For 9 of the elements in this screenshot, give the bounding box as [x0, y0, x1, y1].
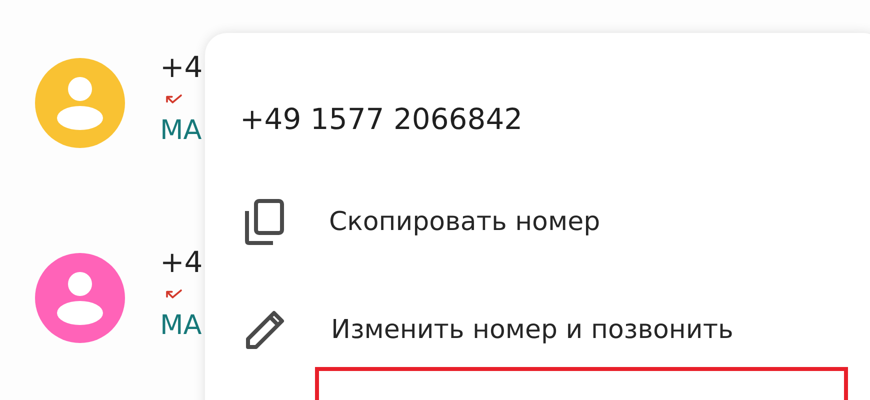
menu-item[interactable]: Скопировать номер: [329, 207, 600, 237]
phone-number: +4: [160, 49, 203, 86]
call-label: MA: [160, 114, 202, 148]
copy-icon: [244, 199, 284, 245]
menu-title: +49 1577 2066842: [240, 101, 524, 138]
phone-number: +4: [160, 244, 203, 281]
call-label: MA: [160, 309, 202, 343]
pencil-icon: [244, 309, 286, 351]
menu-item[interactable]: Изменить номер и позвонить: [331, 315, 734, 345]
